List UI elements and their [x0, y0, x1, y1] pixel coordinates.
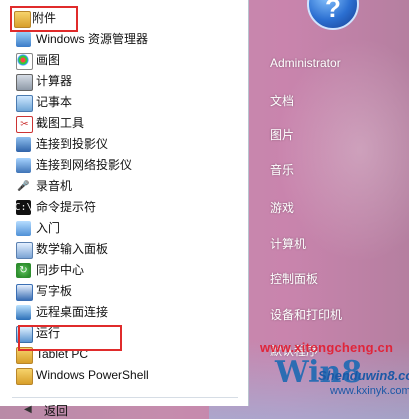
menu-item-label: 连接到网络投影仪 [36, 158, 133, 172]
sync-center-icon: ↻ [16, 263, 31, 278]
folder-icon [16, 368, 33, 385]
right-item-administrator[interactable]: Administrator [270, 56, 341, 70]
calculator-icon [16, 74, 33, 91]
right-item-games[interactable]: 游戏 [270, 199, 294, 216]
back-button[interactable]: 返回 [44, 402, 68, 419]
menu-item-notepad[interactable]: 记事本 [12, 92, 230, 113]
menu-item-label: 画图 [36, 53, 61, 67]
menu-item-remote-desktop[interactable]: 远程桌面连接 [12, 302, 230, 323]
menu-item-calculator[interactable]: 计算器 [12, 71, 230, 92]
notepad-icon [16, 95, 33, 112]
menu-item-label: 数学输入面板 [36, 242, 109, 256]
menu-item-wordpad[interactable]: 写字板 [12, 281, 230, 302]
menu-item-explorer[interactable]: Windows 资源管理器 [12, 29, 230, 50]
menu-item-label: Windows PowerShell [36, 368, 149, 382]
remote-desktop-icon [16, 305, 31, 320]
menu-item-snipping-tool[interactable]: ✂ 截图工具 [12, 113, 230, 134]
explorer-icon [16, 32, 31, 47]
menu-item-getting-started[interactable]: 入门 [12, 218, 230, 239]
watermark-site2: www.kxinyk.com [330, 385, 409, 397]
getting-started-icon [16, 221, 31, 236]
paint-icon [16, 53, 33, 70]
divider [12, 397, 238, 398]
menu-item-projector[interactable]: 连接到投影仪 [12, 134, 230, 155]
menu-item-label: 入门 [36, 221, 61, 235]
command-prompt-icon: C:\ [14, 200, 33, 215]
run-highlight [18, 325, 122, 351]
menu-item-label: Windows 资源管理器 [36, 32, 149, 46]
menu-item-math-input[interactable]: 数学输入面板 [12, 239, 230, 260]
watermark-url: www.xitongcheng.cn [260, 340, 394, 355]
menu-item-network-projector[interactable]: 连接到网络投影仪 [12, 155, 230, 176]
menu-item-label: 计算器 [36, 74, 73, 88]
right-item-music[interactable]: 音乐 [270, 161, 294, 178]
right-item-pictures[interactable]: 图片 [270, 126, 294, 143]
back-arrow-icon[interactable]: ◀ [24, 404, 32, 415]
menu-item-powershell[interactable]: Windows PowerShell [12, 365, 230, 386]
right-item-computer[interactable]: 计算机 [270, 235, 306, 252]
menu-item-label: 远程桌面连接 [36, 305, 109, 319]
menu-item-label: 写字板 [36, 284, 73, 298]
right-item-documents[interactable]: 文档 [270, 92, 294, 109]
projector-icon [16, 137, 31, 152]
wordpad-icon [16, 284, 33, 301]
menu-item-label: 命令提示符 [36, 200, 97, 214]
math-input-icon [16, 242, 33, 259]
menu-item-label: 记事本 [36, 95, 73, 109]
menu-item-paint[interactable]: 画图 [12, 50, 230, 71]
menu-item-label: 连接到投影仪 [36, 137, 109, 151]
snipping-tool-icon: ✂ [16, 116, 33, 133]
programs-panel: 附件 Windows 资源管理器 画图 计算器 记事本 ✂ 截图工具 连接到投影… [0, 0, 249, 406]
right-item-devices-printers[interactable]: 设备和打印机 [270, 306, 342, 323]
sound-recorder-icon: 🎤 [16, 179, 31, 194]
accessories-highlight [10, 6, 78, 32]
network-projector-icon [16, 158, 31, 173]
menu-item-label: 截图工具 [36, 116, 85, 130]
right-item-control-panel[interactable]: 控制面板 [270, 270, 318, 287]
menu-item-sound-recorder[interactable]: 🎤 录音机 [12, 176, 230, 197]
watermark-site: Shenduwin8.com [318, 368, 409, 383]
menu-item-sync-center[interactable]: ↻ 同步中心 [12, 260, 230, 281]
menu-item-command-prompt[interactable]: C:\ 命令提示符 [12, 197, 230, 218]
menu-item-label: 同步中心 [36, 263, 85, 277]
menu-item-label: 录音机 [36, 179, 73, 193]
